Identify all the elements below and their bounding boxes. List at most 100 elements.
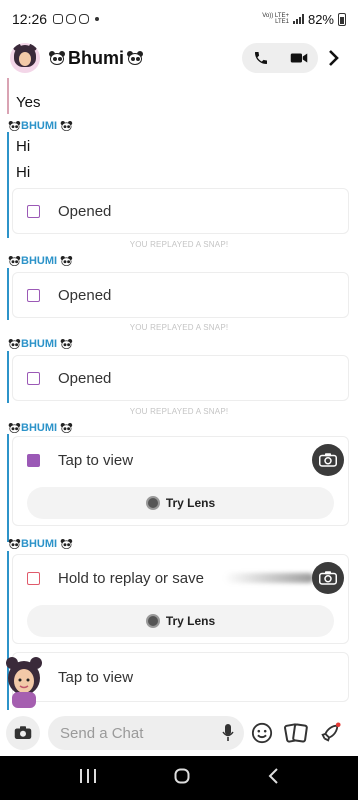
call-controls (242, 43, 318, 73)
recents-icon (79, 768, 96, 783)
panda-emoji-icon (60, 422, 73, 434)
back-button[interactable] (267, 767, 279, 789)
bitmoji-avatar (2, 656, 46, 708)
reply-camera-button[interactable] (312, 562, 344, 594)
sender-name: BHUMI (6, 420, 73, 436)
replay-smear (224, 573, 314, 583)
chat-area[interactable]: Yes BHUMI Hi Hi Opened YOU REPLAYED A SN… (0, 78, 358, 710)
snap-opened-card[interactable]: Opened (12, 272, 349, 318)
try-lens-button[interactable]: Try Lens (27, 487, 334, 519)
games-button[interactable] (314, 716, 346, 750)
message-bar (7, 78, 9, 114)
panda-emoji-icon (60, 338, 73, 350)
snap-card[interactable]: Tap to view (12, 652, 349, 702)
mic-icon[interactable] (222, 724, 234, 742)
snap-status: Opened (58, 286, 112, 304)
snap-status: Opened (58, 369, 112, 387)
audio-call-button[interactable] (242, 43, 280, 73)
sender-name: BHUMI (6, 253, 73, 269)
snap-status: Opened (58, 202, 112, 220)
system-notice: YOU REPLAYED A SNAP! (129, 240, 229, 249)
message-bar (7, 351, 9, 403)
message-text: Hi (16, 138, 31, 155)
chat-header: Bhumi (0, 38, 358, 78)
stickers-button[interactable] (280, 716, 312, 750)
video-call-button[interactable] (280, 43, 318, 73)
message-text: Hi (16, 164, 31, 181)
panda-emoji-icon (60, 255, 73, 267)
smiley-icon (251, 722, 273, 744)
chevron-right-icon (329, 50, 339, 66)
try-lens-button[interactable]: Try Lens (27, 605, 334, 637)
contact-name[interactable]: Bhumi (48, 48, 144, 69)
recents-button[interactable] (79, 768, 97, 788)
snap-card[interactable]: Tap to view Try Lens (12, 436, 349, 526)
android-nav-bar (0, 756, 358, 800)
try-lens-label: Try Lens (165, 614, 216, 628)
panda-emoji-icon (8, 422, 21, 434)
instagram-icon (79, 14, 90, 24)
snap-square-icon (27, 371, 40, 385)
back-icon (268, 767, 279, 784)
system-notice: YOU REPLAYED A SNAP! (129, 323, 229, 332)
snap-status: Tap to view (58, 668, 134, 686)
home-button[interactable] (174, 768, 190, 789)
status-time: 12:26 (12, 11, 48, 27)
avatar[interactable] (10, 43, 40, 73)
snap-opened-card[interactable]: Opened (12, 355, 349, 401)
sender-name: BHUMI (6, 336, 73, 352)
bitmoji-button[interactable] (246, 716, 278, 750)
network-indicator: Vo)) LTE+ LTE1 (262, 13, 289, 25)
snap-square-icon (27, 571, 40, 585)
panda-emoji-icon (8, 255, 21, 267)
chat-input-wrap (48, 716, 244, 750)
camera-button[interactable] (6, 716, 40, 750)
chat-input[interactable] (60, 724, 210, 742)
system-notice: YOU REPLAYED A SNAP! (129, 407, 229, 416)
dot-icon (95, 17, 100, 21)
snap-status: Tap to view (58, 451, 134, 469)
sender-label: BHUMI (21, 255, 58, 267)
panda-emoji-icon (60, 538, 73, 550)
status-bar: 12:26 Vo)) LTE+ LTE1 82% (0, 0, 358, 38)
composer (0, 710, 358, 756)
panda-emoji-icon (8, 120, 21, 132)
sender-name: BHUMI (6, 536, 73, 552)
home-icon (174, 768, 190, 783)
message-bar (7, 268, 9, 320)
panda-emoji-icon (126, 50, 144, 66)
panda-emoji-icon (8, 538, 21, 550)
try-lens-label: Try Lens (165, 496, 216, 510)
panda-emoji-icon (8, 338, 21, 350)
panda-emoji-icon (48, 50, 66, 66)
snap-card[interactable]: Hold to replay or save Try Lens (12, 554, 349, 644)
profile-chevron-button[interactable] (320, 43, 348, 73)
lens-icon (145, 614, 160, 628)
rocket-icon (321, 722, 341, 742)
screen-icon (53, 14, 64, 24)
sender-label: BHUMI (21, 120, 58, 132)
signal-icon (292, 14, 304, 24)
message-bar (7, 434, 9, 542)
instagram-icon (66, 14, 77, 24)
sender-label: BHUMI (21, 538, 58, 550)
battery-icon (338, 12, 346, 26)
panda-emoji-icon (60, 120, 73, 132)
camera-icon (319, 571, 337, 585)
battery-text: 82% (307, 11, 334, 27)
sender-label: BHUMI (21, 422, 58, 434)
sender-label: BHUMI (21, 338, 58, 350)
notification-icons (53, 14, 100, 24)
sticker-icon (284, 723, 308, 743)
snap-square-icon (27, 453, 40, 467)
lens-icon (145, 496, 160, 510)
snap-opened-card[interactable]: Opened (12, 188, 349, 234)
phone-icon (255, 52, 267, 64)
message-text: Yes (16, 94, 41, 111)
video-icon (290, 53, 308, 63)
reply-camera-button[interactable] (312, 444, 344, 476)
snap-status: Hold to replay or save (58, 569, 204, 587)
sender-name: BHUMI (6, 118, 73, 134)
snap-square-icon (27, 204, 40, 218)
contact-name-label: Bhumi (68, 47, 124, 68)
